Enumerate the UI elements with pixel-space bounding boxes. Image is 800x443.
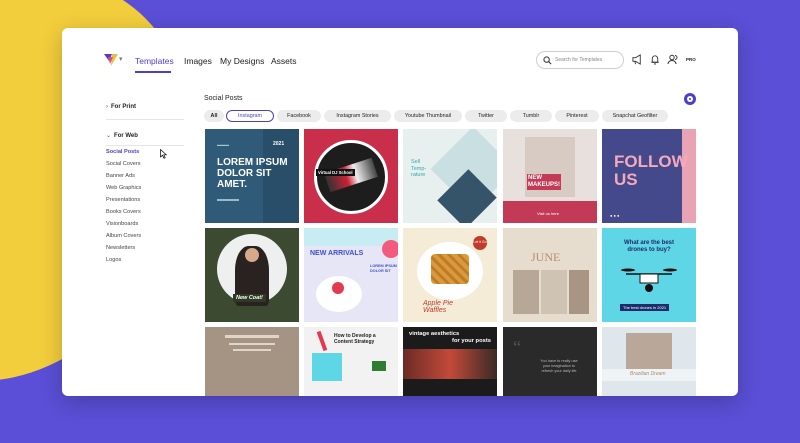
bell-icon[interactable] — [650, 54, 660, 65]
filter-chip-tumblr[interactable]: Tumblr — [510, 110, 552, 122]
sidebar-item-books-covers[interactable]: Books Covers — [106, 209, 141, 215]
sidebar-item-social-posts[interactable]: Social Posts — [106, 149, 139, 155]
sidebar-item-newsletters[interactable]: Newsletters — [106, 245, 135, 251]
filter-chip-instagram[interactable]: Instagram — [226, 110, 274, 122]
sidebar-divider — [106, 119, 184, 120]
filter-chip-facebook[interactable]: Facebook — [277, 110, 321, 122]
sidebar-for-print[interactable]: › For Print — [106, 104, 136, 110]
sidebar-item-logos[interactable]: Logos — [106, 257, 121, 263]
logo-chevron-down-icon[interactable]: ▾ — [119, 55, 123, 63]
users-icon[interactable] — [667, 54, 679, 65]
drone-icon — [621, 268, 677, 292]
app-window: ▾ Templates Images My Designs Assets Sea… — [62, 28, 738, 396]
mouse-cursor-icon — [160, 149, 167, 159]
template-card[interactable]: NEW ARRIVALS LOREM IPSUM DOLOR SIT — [304, 228, 398, 322]
sidebar-item-social-covers[interactable]: Social Covers — [106, 161, 141, 167]
chevron-right-icon: › — [106, 104, 108, 110]
template-card[interactable]: Sell Temp-rature — [403, 129, 497, 223]
template-card[interactable]: Let it Go Apple Pie Waffles — [403, 228, 497, 322]
template-card[interactable]: NEW MAKEUPS! Visit us here — [503, 129, 597, 223]
sidebar-item-banner-ads[interactable]: Banner Ads — [106, 173, 135, 179]
chevron-down-icon: ⌄ — [106, 133, 112, 139]
sidebar-divider — [106, 145, 184, 146]
nav-my-designs[interactable]: My Designs — [220, 56, 264, 66]
nav-images[interactable]: Images — [184, 56, 212, 66]
filter-chip-all[interactable]: All — [204, 110, 224, 122]
filter-chip-twitter[interactable]: Twitter — [465, 110, 507, 122]
search-box[interactable] — [536, 51, 624, 69]
filter-chip-snapchat-geofilter[interactable]: Snapchat Geofilter — [602, 110, 668, 122]
search-input[interactable] — [555, 55, 619, 65]
template-card[interactable]: vintage aesthetics for your posts — [403, 327, 497, 396]
filter-chip-pinterest[interactable]: Pinterest — [555, 110, 599, 122]
view-toggle-icon[interactable] — [684, 93, 696, 105]
template-card[interactable]: What are the best drones to buy? The best… — [602, 228, 696, 322]
template-card[interactable]: How to Develop a Content Strategy — [304, 327, 398, 396]
sidebar-for-web[interactable]: ⌄ For Web — [106, 132, 138, 139]
sidebar-item-web-graphics[interactable]: Web Graphics — [106, 185, 141, 191]
search-icon — [543, 56, 552, 65]
template-card[interactable]: Brazilian Dream — [602, 327, 696, 396]
filter-chip-youtube-thumbnail[interactable]: Youtube Thumbnail — [394, 110, 462, 122]
page-title: Social Posts — [204, 95, 243, 102]
template-card[interactable]: New Coat! — [205, 228, 299, 322]
template-card[interactable]: Virtual DJ School — [304, 129, 398, 223]
template-card[interactable]: JUNE — [503, 228, 597, 322]
sidebar-item-presentations[interactable]: Presentations — [106, 197, 140, 203]
template-card[interactable]: FOLLOW US ● ● ● — [602, 129, 696, 223]
nav-templates[interactable]: Templates — [135, 56, 174, 66]
megaphone-icon[interactable] — [632, 54, 643, 65]
template-card[interactable]: “ You have to really use your imagination… — [503, 327, 597, 396]
account-badge[interactable]: PRO — [686, 57, 696, 62]
template-card[interactable]: ▬▬▬ 2021 LOREM IPSUM DOLOR SIT AMET. — [205, 129, 299, 223]
template-card[interactable] — [205, 327, 299, 396]
sidebar-item-album-covers[interactable]: Album Covers — [106, 233, 141, 239]
top-header: ▾ Templates Images My Designs Assets Sea… — [62, 28, 738, 92]
nav-active-underline — [135, 71, 171, 73]
filter-chip-instagram-stories[interactable]: Instagram Stories — [324, 110, 391, 122]
sidebar-item-visionboards[interactable]: Visionboards — [106, 221, 138, 227]
nav-assets[interactable]: Assets — [271, 56, 297, 66]
